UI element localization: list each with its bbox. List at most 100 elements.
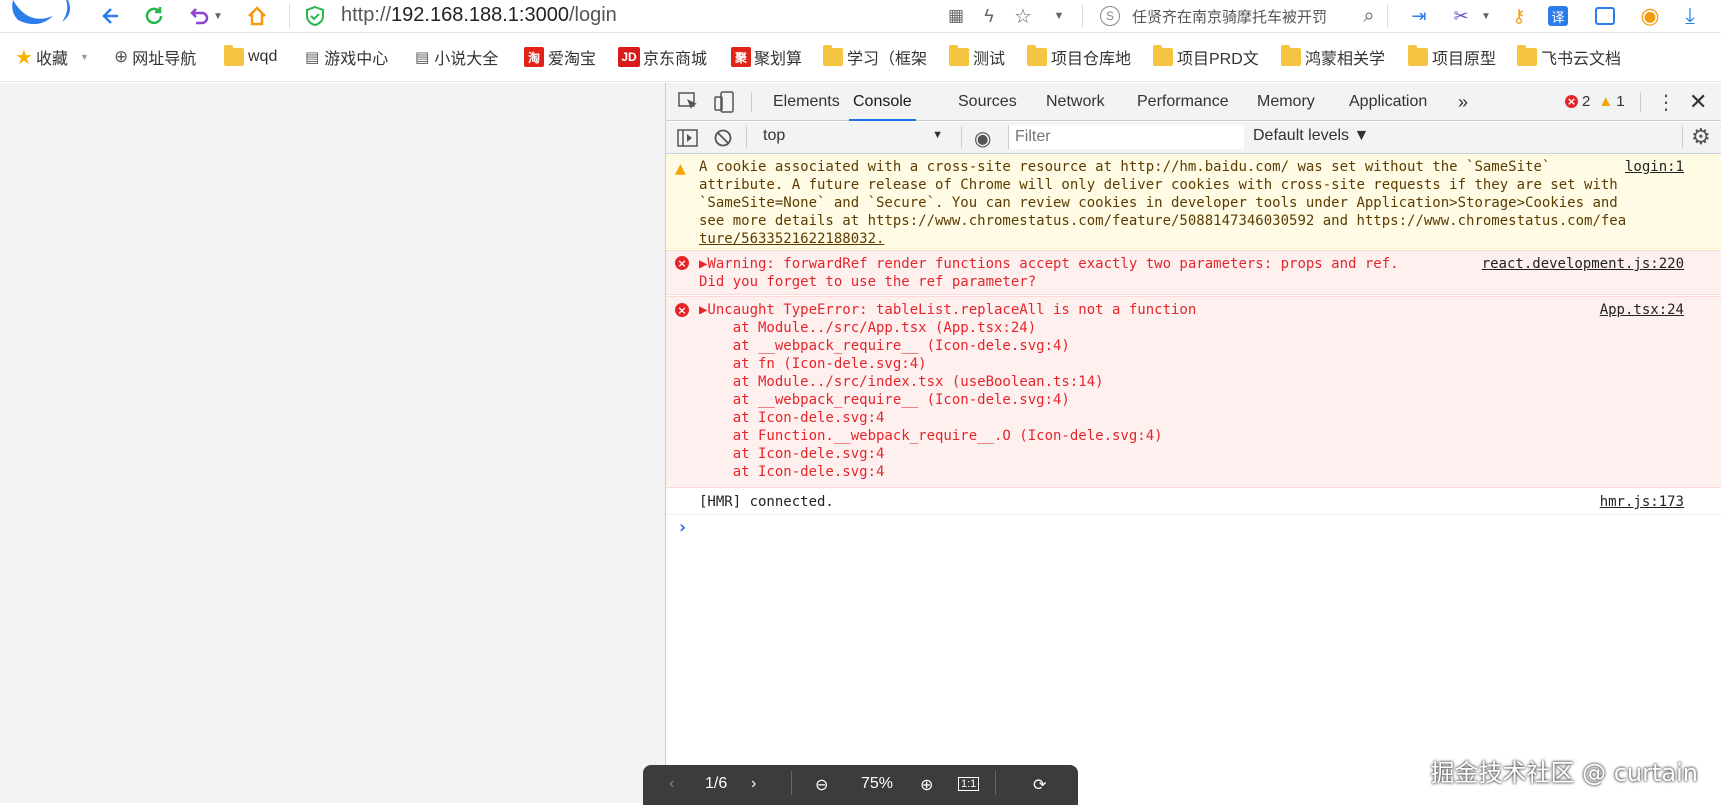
bookmark-favorites[interactable]: ★ 收藏 ▼ bbox=[15, 45, 89, 69]
folder-icon bbox=[224, 45, 244, 66]
message-link[interactable]: ture/5633521622188032. bbox=[699, 230, 884, 248]
bookmark-item[interactable]: 项目原型 bbox=[1408, 45, 1496, 69]
search-input[interactable]: 任贤齐在南京骑摩托车被开罚 bbox=[1132, 6, 1360, 27]
actual-size-button[interactable]: 1:1 bbox=[958, 777, 980, 791]
bookmark-item[interactable]: ▤ 小说大全 bbox=[415, 45, 498, 69]
undo-menu-chevron-icon[interactable]: ▼ bbox=[212, 3, 224, 29]
browser-logo-icon bbox=[12, 0, 70, 25]
source-link[interactable]: hmr.js:173 bbox=[1600, 493, 1684, 511]
bookmark-item[interactable]: 飞书云文档 bbox=[1517, 45, 1621, 69]
stack-frame[interactable]: at Module../src/App.tsx (App.tsx:24) bbox=[699, 319, 1036, 337]
zoom-out-icon[interactable]: ⊖ bbox=[815, 775, 828, 795]
url-path: /login bbox=[568, 4, 617, 26]
search-icon[interactable]: ⌕ bbox=[1356, 3, 1382, 29]
tab-elements[interactable]: Elements bbox=[773, 83, 840, 121]
close-icon[interactable]: ✕ bbox=[1689, 89, 1707, 115]
warning-icon: ▲ bbox=[1598, 93, 1614, 110]
login-icon[interactable]: ⇥ bbox=[1406, 3, 1432, 29]
star-icon: ★ bbox=[15, 46, 33, 69]
issue-counter[interactable]: × 2 ▲ 1 bbox=[1565, 93, 1625, 110]
bookmark-item[interactable]: ▤ 游戏中心 bbox=[305, 45, 388, 69]
bookmark-item[interactable]: 淘 爱淘宝 bbox=[524, 45, 596, 69]
tab-console[interactable]: Console bbox=[849, 83, 916, 121]
log-levels-dropdown[interactable]: Default levels ▼ bbox=[1253, 127, 1369, 145]
tab-sources[interactable]: Sources bbox=[958, 83, 1017, 121]
back-icon[interactable] bbox=[98, 3, 124, 29]
message-line[interactable]: see more details at https://www.chromest… bbox=[699, 212, 1626, 230]
search-box[interactable]: S 任贤齐在南京骑摩托车被开罚 bbox=[1100, 3, 1385, 29]
menu-dots-icon[interactable]: ◉ bbox=[1637, 3, 1663, 29]
scissors-menu-chevron-icon[interactable]: ▼ bbox=[1473, 3, 1499, 29]
address-bar[interactable]: http://192.168.188.1:3000/login bbox=[341, 4, 617, 27]
jd-icon: JD bbox=[618, 47, 640, 67]
bookmark-item[interactable]: 鸿蒙相关学 bbox=[1281, 45, 1385, 69]
chevron-down-icon: ▼ bbox=[79, 52, 89, 62]
console-prompt[interactable]: › bbox=[677, 517, 688, 538]
tab-performance[interactable]: Performance bbox=[1137, 83, 1229, 121]
browser-toolbar: ▼ http://192.168.188.1:3000/login ▦ ϟ ☆ … bbox=[0, 0, 1721, 33]
window-icon[interactable] bbox=[1592, 3, 1618, 29]
source-link[interactable]: App.tsx:24 bbox=[1600, 301, 1684, 319]
stack-frame[interactable]: at Icon-dele.svg:4 bbox=[699, 445, 885, 463]
bookmark-item[interactable]: 项目PRD文 bbox=[1153, 45, 1259, 69]
stack-frame[interactable]: at __webpack_require__ (Icon-dele.svg:4) bbox=[699, 337, 1070, 355]
bookmark-star-icon[interactable]: ☆ bbox=[1010, 3, 1036, 29]
tab-network[interactable]: Network bbox=[1046, 83, 1105, 121]
filter-input[interactable] bbox=[1009, 125, 1244, 149]
bookmark-item[interactable]: 聚 聚划算 bbox=[731, 45, 802, 69]
qr-code-icon[interactable]: ▦ bbox=[943, 3, 969, 29]
download-icon[interactable]: ⤓ bbox=[1677, 3, 1703, 29]
address-dropdown-icon[interactable]: ▼ bbox=[1046, 3, 1072, 29]
folder-icon bbox=[1281, 45, 1301, 66]
zoom-level: 75% bbox=[861, 775, 894, 792]
eye-icon[interactable]: ◉ bbox=[974, 126, 991, 151]
previous-page-icon[interactable]: ‹ bbox=[669, 775, 674, 793]
rotate-icon[interactable]: ⟳ bbox=[1033, 775, 1046, 795]
message-line[interactable]: ▶Warning: forwardRef render functions ac… bbox=[699, 255, 1399, 273]
settings-gear-icon[interactable]: ⚙ bbox=[1691, 124, 1711, 150]
source-link[interactable]: react.development.js:220 bbox=[1482, 255, 1684, 273]
sidebar-toggle-icon[interactable] bbox=[677, 128, 699, 153]
secure-shield-icon[interactable] bbox=[302, 3, 328, 29]
next-page-icon[interactable]: › bbox=[751, 775, 756, 793]
bookmark-item[interactable]: ⊕ 网址导航 bbox=[114, 45, 196, 69]
stack-frame[interactable]: at Function.__webpack_require__.O (Icon-… bbox=[699, 427, 1163, 445]
image-viewer-bar: ‹ 1/6 › ⊖ 75% ⊕ 1:1 ⟳ bbox=[643, 765, 1078, 805]
kebab-menu-icon[interactable]: ⋮ bbox=[1656, 90, 1676, 115]
context-selector[interactable]: top ▼ bbox=[763, 127, 943, 147]
key-icon[interactable]: ⚷ bbox=[1506, 3, 1532, 29]
search-engine-icon: S bbox=[1100, 6, 1120, 26]
folder-icon bbox=[1027, 45, 1047, 66]
message-line[interactable]: ▶Uncaught TypeError: tableList.replaceAl… bbox=[699, 301, 1196, 319]
stack-frame[interactable]: at Module../src/index.tsx (useBoolean.ts… bbox=[699, 373, 1104, 391]
devtools-tab-bar: Elements Console Sources Network Perform… bbox=[666, 83, 1721, 121]
undo-icon[interactable] bbox=[186, 3, 212, 29]
scissors-icon[interactable]: ✂ bbox=[1448, 3, 1474, 29]
message-line: attribute. A future release of Chrome wi… bbox=[699, 177, 1618, 193]
source-link[interactable]: login:1 bbox=[1625, 158, 1684, 176]
folder-icon bbox=[949, 45, 969, 66]
inspect-element-icon[interactable] bbox=[678, 92, 700, 117]
page-viewport bbox=[0, 83, 665, 803]
bookmark-label: 网址导航 bbox=[132, 51, 197, 68]
stack-frame[interactable]: at Icon-dele.svg:4 bbox=[699, 463, 885, 481]
bookmark-item[interactable]: wqd bbox=[224, 45, 277, 69]
zoom-in-icon[interactable]: ⊕ bbox=[920, 775, 933, 795]
stack-frame[interactable]: at fn (Icon-dele.svg:4) bbox=[699, 355, 927, 373]
clear-console-icon[interactable] bbox=[713, 128, 733, 153]
refresh-icon[interactable] bbox=[141, 3, 167, 29]
home-icon[interactable] bbox=[244, 3, 270, 29]
more-tabs-button[interactable]: » bbox=[1458, 83, 1468, 121]
tab-memory[interactable]: Memory bbox=[1257, 83, 1315, 121]
lightning-icon[interactable]: ϟ bbox=[976, 3, 1002, 29]
device-toolbar-icon[interactable] bbox=[714, 91, 736, 118]
stack-frame[interactable]: at Icon-dele.svg:4 bbox=[699, 409, 885, 427]
bookmark-item[interactable]: 测试 bbox=[949, 45, 1005, 69]
tab-application[interactable]: Application bbox=[1349, 83, 1427, 121]
stack-frame[interactable]: at __webpack_require__ (Icon-dele.svg:4) bbox=[699, 391, 1070, 409]
bookmark-item[interactable]: 学习（框架 bbox=[823, 45, 927, 69]
bookmark-item[interactable]: 项目仓库地 bbox=[1027, 45, 1131, 69]
translate-icon[interactable]: 译 bbox=[1545, 3, 1571, 29]
bookmark-item[interactable]: JD 京东商城 bbox=[618, 45, 707, 69]
bookmark-label: 收藏 bbox=[35, 51, 68, 68]
